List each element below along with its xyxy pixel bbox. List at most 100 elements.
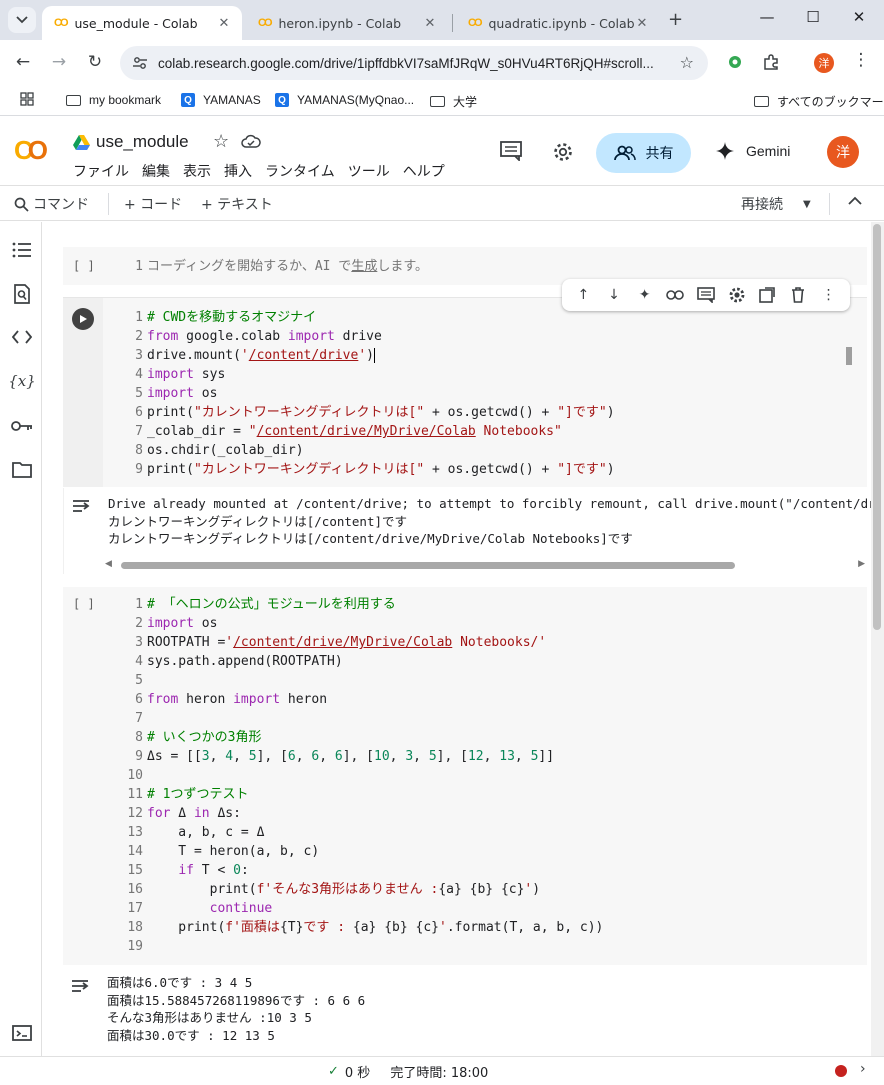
- gemini-sparkle-icon[interactable]: ✦: [634, 284, 656, 306]
- tab-use-module[interactable]: CO use_module - Colab ✕: [42, 6, 242, 40]
- command-palette-button[interactable]: コマンド: [14, 194, 89, 214]
- cell-gutter: [63, 298, 103, 487]
- extension-green-icon[interactable]: [726, 53, 744, 75]
- tab-quadratic[interactable]: CO quadratic.ipynb - Colab ✕: [456, 6, 660, 40]
- colab-logo[interactable]: CO: [14, 135, 48, 166]
- google-drive-icon[interactable]: [73, 135, 90, 154]
- bookmark-label: YAMANAS: [203, 93, 261, 107]
- dropdown-caret-icon[interactable]: ▼: [803, 199, 811, 210]
- output-actions-icon[interactable]: [71, 978, 91, 998]
- cell-source[interactable]: 1 # CWDを移動するオマジナイ 2 from google.colab impo…: [123, 308, 614, 479]
- code-snippets-icon[interactable]: [11, 326, 33, 348]
- bookmark-yamanas[interactable]: Q YAMANAS: [181, 93, 261, 107]
- menu-insert[interactable]: 挿入: [224, 161, 252, 181]
- cell-source[interactable]: 1 # 「ヘロンの公式」モジュールを利用する 2 import os 3 ROOTPA…: [123, 595, 603, 956]
- folder-icon: [430, 96, 445, 107]
- table-of-contents-icon[interactable]: [11, 239, 33, 261]
- profile-avatar[interactable]: 洋: [814, 53, 834, 73]
- secrets-key-icon[interactable]: [11, 415, 33, 437]
- address-bar[interactable]: colab.research.google.com/drive/1ipffdbk…: [120, 46, 708, 80]
- url-text: colab.research.google.com/drive/1ipffdbk…: [158, 55, 654, 71]
- output-horizontal-scrollbar[interactable]: ◀ ▶: [105, 559, 865, 571]
- runtime-status-dot[interactable]: [835, 1065, 847, 1077]
- output-line: そんな3角形はありません :10 3 5: [107, 1010, 312, 1025]
- move-cell-down-icon[interactable]: ↓: [603, 284, 625, 306]
- scroll-left-icon[interactable]: ◀: [105, 559, 112, 569]
- settings-gear-icon[interactable]: [552, 141, 574, 167]
- cell-placeholder[interactable]: 1 コーディングを開始するか、AI で生成します。: [123, 257, 428, 276]
- collapse-header-icon[interactable]: [848, 196, 862, 205]
- reconnect-button[interactable]: 再接続 ▼: [741, 194, 811, 214]
- add-text-button[interactable]: + テキスト: [201, 194, 273, 214]
- tab-title: heron.ipynb - Colab: [278, 15, 402, 31]
- reload-icon[interactable]: ↻: [84, 52, 106, 72]
- variables-icon[interactable]: {x}: [8, 370, 36, 392]
- all-bookmarks[interactable]: すべてのブックマーク: [754, 93, 884, 110]
- forward-arrow-icon[interactable]: →: [48, 52, 70, 72]
- cloud-saved-icon[interactable]: [241, 134, 261, 152]
- bookmark-daigaku[interactable]: 大学: [430, 93, 477, 110]
- status-scroll-right-icon[interactable]: ›: [860, 1061, 866, 1077]
- share-button[interactable]: 共有: [596, 133, 691, 173]
- output-line: カレントワーキングディレクトリは[/content/drive/MyDrive/…: [108, 531, 633, 546]
- comment-icon[interactable]: [695, 284, 717, 306]
- notebook-scrollbar-thumb[interactable]: [873, 224, 881, 630]
- more-options-icon[interactable]: ⋮: [818, 284, 840, 306]
- scrollbar-thumb[interactable]: [121, 562, 735, 569]
- window-close-icon[interactable]: ✕: [849, 8, 869, 26]
- menu-tools[interactable]: ツール: [348, 161, 390, 181]
- code-cell-heron[interactable]: [ ] 1 # 「ヘロンの公式」モジュールを利用する 2 import os 3 RO…: [63, 587, 867, 965]
- bookmark-my-bookmark[interactable]: my bookmark: [66, 93, 161, 107]
- minimize-icon[interactable]: —: [757, 8, 777, 26]
- menu-edit[interactable]: 編集: [142, 161, 170, 181]
- tab-divider: [452, 14, 453, 32]
- output-actions-icon[interactable]: [72, 498, 92, 518]
- back-arrow-icon[interactable]: ←: [12, 52, 34, 72]
- cell-settings-gear-icon[interactable]: [726, 284, 748, 306]
- tab-search-button[interactable]: [8, 7, 36, 33]
- gemini-button[interactable]: Gemini: [716, 142, 790, 160]
- add-code-button[interactable]: + コード: [124, 194, 182, 214]
- menu-file[interactable]: ファイル: [73, 161, 129, 181]
- move-cell-up-icon[interactable]: ↑: [572, 284, 594, 306]
- star-icon[interactable]: ☆: [213, 131, 229, 152]
- kebab-menu-icon[interactable]: ⋮: [850, 50, 872, 70]
- menu-help[interactable]: ヘルプ: [403, 161, 445, 181]
- scroll-right-icon[interactable]: ▶: [858, 559, 865, 569]
- open-in-tab-icon[interactable]: [756, 284, 778, 306]
- new-tab-icon[interactable]: +: [668, 9, 683, 30]
- editor-scrollbar[interactable]: [846, 347, 852, 365]
- gemini-sparkle-icon: [716, 142, 734, 160]
- close-icon[interactable]: ✕: [422, 16, 438, 31]
- delete-trash-icon[interactable]: [787, 284, 809, 306]
- terminal-icon[interactable]: [11, 1022, 33, 1044]
- menu-view[interactable]: 表示: [183, 161, 211, 181]
- gemini-label: Gemini: [746, 143, 791, 159]
- chevron-down-icon: [16, 16, 28, 24]
- comments-icon[interactable]: [500, 141, 522, 165]
- apps-grid-icon[interactable]: [20, 92, 34, 106]
- link-icon[interactable]: [664, 284, 686, 306]
- generate-link[interactable]: 生成: [351, 259, 377, 274]
- site-settings-icon[interactable]: [130, 53, 150, 73]
- output-line: 面積は6.0です : 3 4 5: [107, 975, 253, 990]
- bookmark-yamanas-myqnao[interactable]: Q YAMANAS(MyQnao...: [275, 93, 414, 107]
- run-cell-button[interactable]: [72, 308, 94, 330]
- browser-toolbar: ← → ↻ colab.research.google.com/drive/1i…: [0, 40, 884, 86]
- output-text: Drive already mounted at /content/drive;…: [108, 495, 871, 548]
- colab-favicon-icon: CO: [258, 17, 272, 29]
- bookmark-label: my bookmark: [89, 93, 162, 107]
- extensions-puzzle-icon[interactable]: [762, 53, 780, 75]
- bookmark-star-icon[interactable]: ☆: [680, 53, 694, 72]
- execution-status[interactable]: ✓ 0 秒 完了時間: 18:00: [328, 1062, 488, 1081]
- menu-runtime[interactable]: ランタイム: [265, 161, 335, 181]
- close-icon[interactable]: ✕: [216, 16, 232, 31]
- find-replace-icon[interactable]: [11, 283, 33, 305]
- notebook-title[interactable]: use_module: [96, 132, 189, 152]
- maximize-icon[interactable]: ☐: [803, 8, 823, 26]
- account-avatar[interactable]: 洋: [827, 136, 859, 168]
- files-folder-icon[interactable]: [11, 459, 33, 481]
- close-icon[interactable]: ✕: [634, 16, 650, 31]
- tab-heron[interactable]: CO heron.ipynb - Colab ✕: [246, 6, 448, 40]
- code-cell-mount-drive[interactable]: 1 # CWDを移動するオマジナイ 2 from google.colab impo…: [63, 297, 867, 487]
